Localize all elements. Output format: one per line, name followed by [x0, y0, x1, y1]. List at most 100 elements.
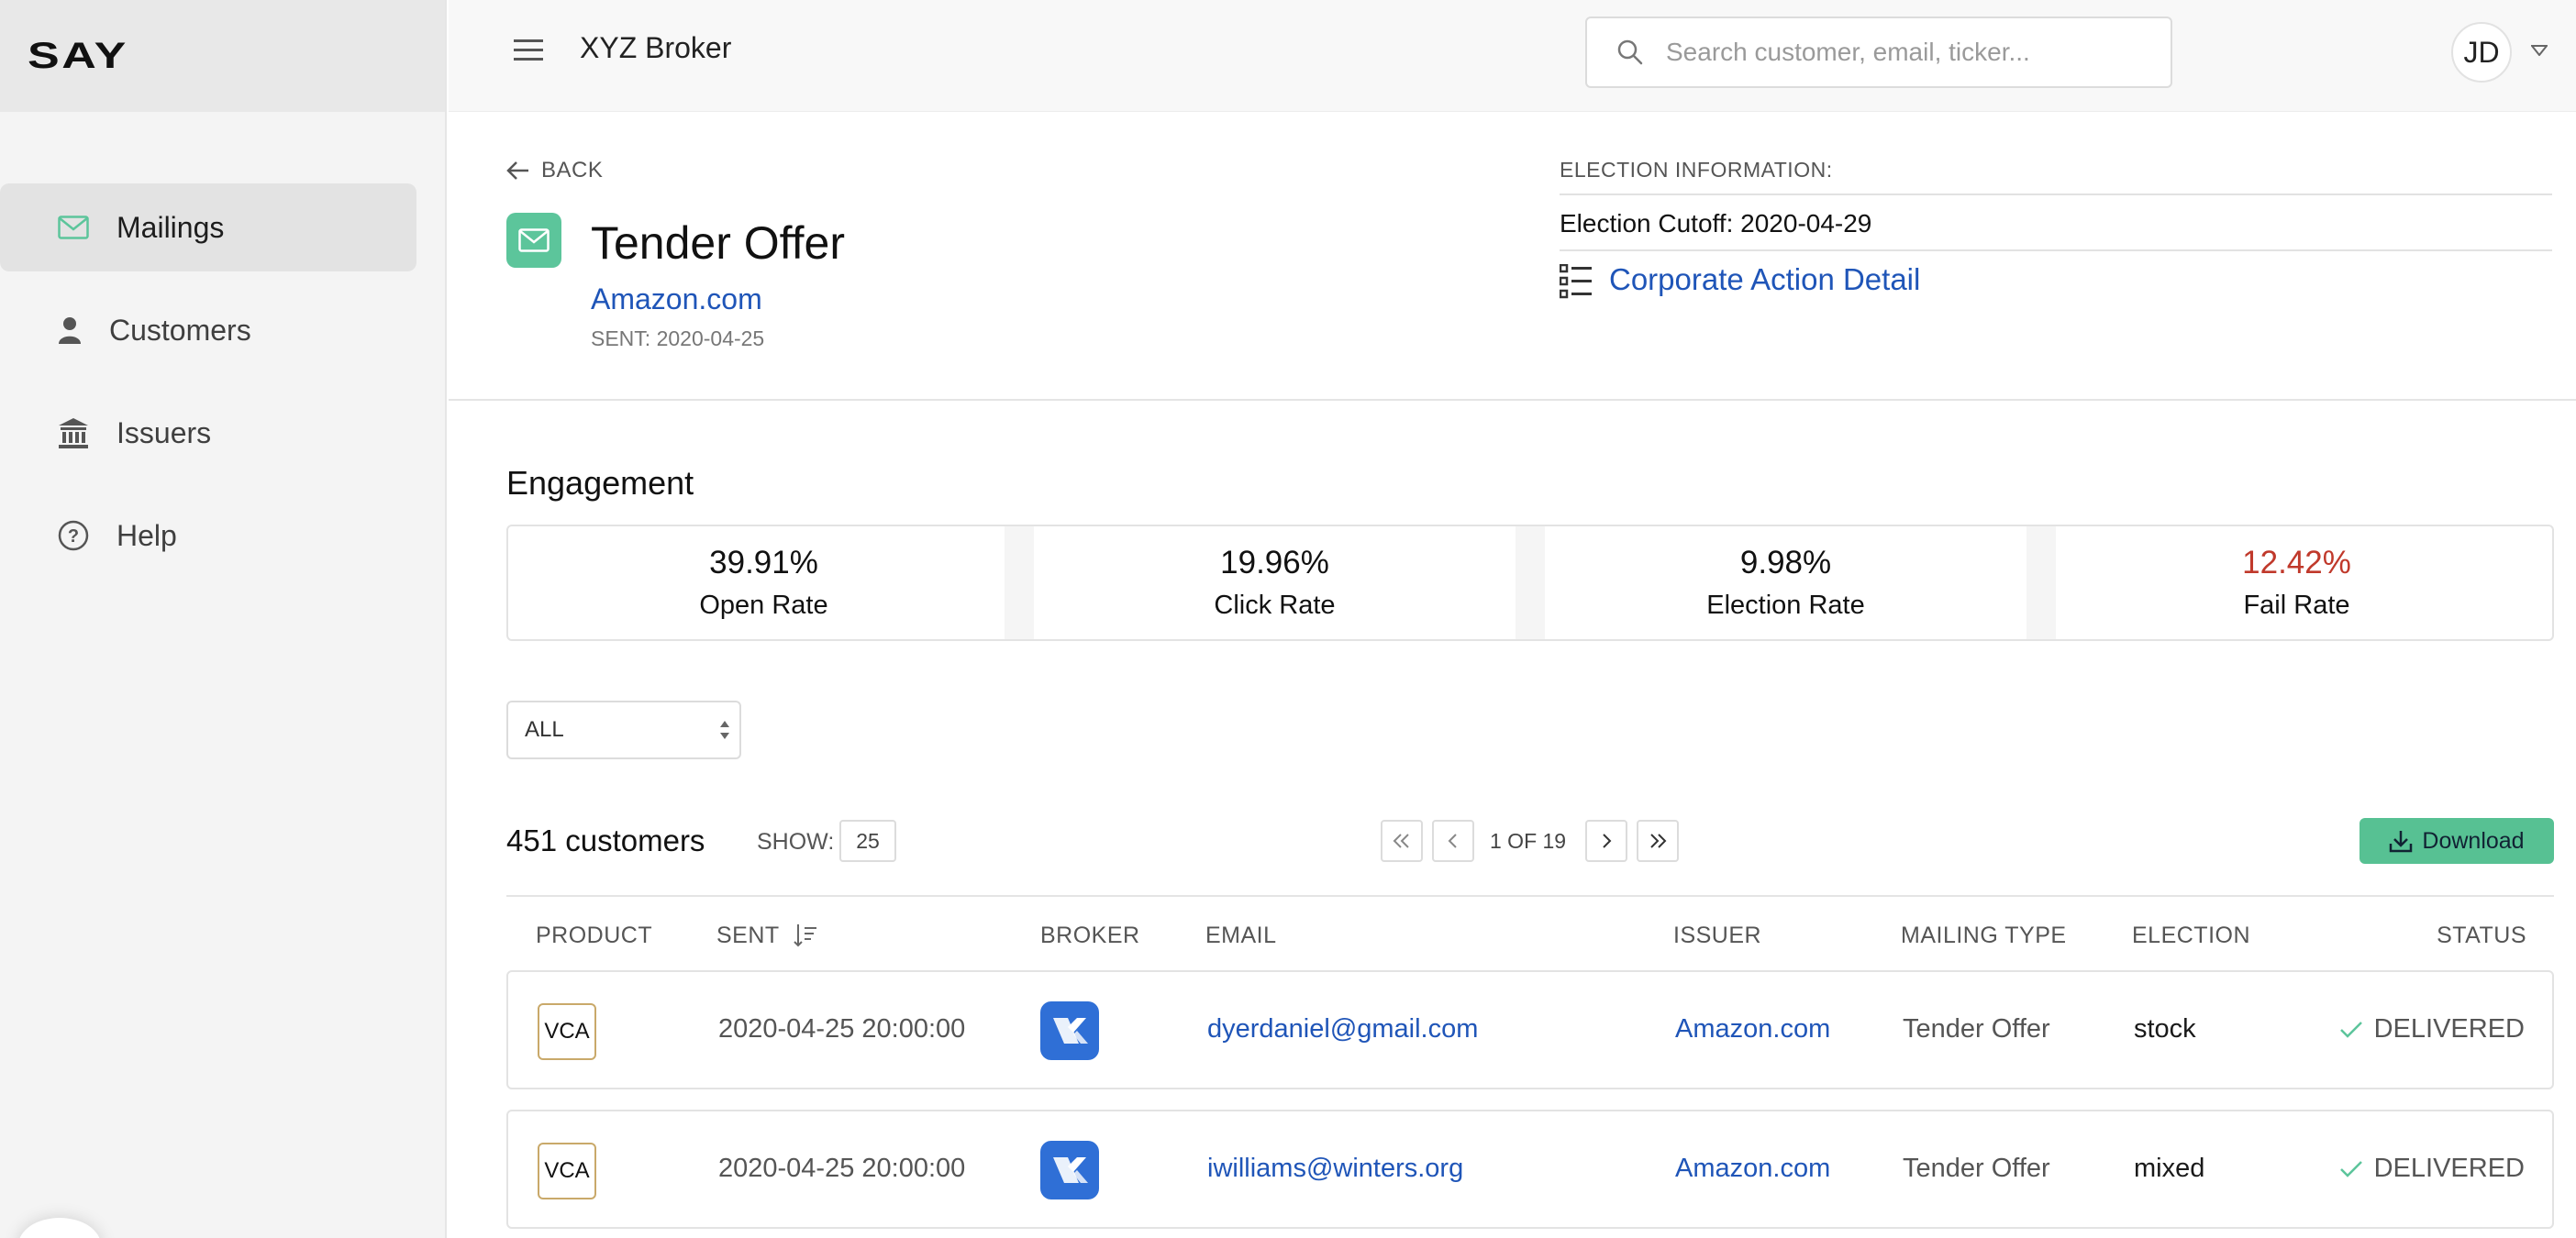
prev-page-button[interactable] — [1432, 820, 1474, 862]
select-arrows-icon — [719, 719, 730, 747]
mail-badge-icon — [506, 213, 561, 268]
list-icon — [1559, 263, 1593, 304]
sent-cell: 2020-04-25 20:00:00 — [718, 1014, 966, 1044]
column-header-product[interactable]: PRODUCT — [536, 923, 652, 949]
mailing-detail: BACK Tender Offer Amazon.com SENT: 2020-… — [449, 114, 2576, 401]
election-info-label: ELECTION INFORMATION: — [1560, 158, 1833, 182]
last-page-button[interactable] — [1637, 820, 1679, 862]
say-logo[interactable]: SAY — [28, 36, 128, 77]
table-row[interactable]: VCA 2020-04-25 20:00:00 dyerdaniel@gmail… — [506, 970, 2554, 1089]
next-page-button[interactable] — [1585, 820, 1627, 862]
corporate-action-link[interactable]: Corporate Action Detail — [1609, 262, 1920, 297]
status-cell: DELIVERED — [2339, 1154, 2525, 1184]
chevron-left-icon — [1448, 834, 1457, 848]
search-input[interactable] — [1666, 18, 2152, 86]
sidebar-item-customers[interactable]: Customers — [0, 286, 416, 374]
download-label: Download — [2422, 827, 2525, 854]
email-link[interactable]: iwilliams@winters.org — [1207, 1154, 1463, 1184]
column-header-issuer[interactable]: ISSUER — [1673, 923, 1761, 949]
bank-icon — [57, 416, 90, 449]
stat-election-rate: 9.98% Election Rate — [1516, 526, 2041, 639]
logo-area: SAY — [0, 0, 445, 112]
user-avatar[interactable]: JD — [2451, 22, 2512, 83]
sidebar-item-help[interactable]: ? Help — [0, 492, 416, 580]
filter-value: ALL — [525, 717, 564, 742]
election-cell: stock — [2134, 1014, 2196, 1044]
column-header-status[interactable]: STATUS — [2437, 923, 2526, 949]
chat-widget[interactable] — [18, 1218, 101, 1238]
issuer-link[interactable]: Amazon.com — [591, 282, 762, 316]
product-badge: VCA — [538, 1003, 596, 1060]
page-size-select[interactable]: 25 — [839, 820, 896, 862]
stat-value: 9.98% — [1739, 545, 1832, 580]
stat-click-rate: 19.96% Click Rate — [1005, 526, 1530, 639]
sidebar-item-mailings[interactable]: Mailings — [0, 183, 416, 271]
help-icon: ? — [57, 519, 90, 552]
stat-value: 19.96% — [1220, 545, 1329, 580]
double-chevron-right-icon — [1650, 834, 1667, 848]
broker-logo-icon — [1040, 1001, 1099, 1060]
back-link[interactable]: BACK — [506, 158, 603, 183]
table-row[interactable]: VCA 2020-04-25 20:00:00 iwilliams@winter… — [506, 1110, 2554, 1229]
sidebar-item-issuers[interactable]: Issuers — [0, 389, 416, 477]
page-indicator: 1 OF 19 — [1490, 829, 1567, 853]
customer-count: 451 customers — [506, 823, 705, 857]
issuer-link[interactable]: Amazon.com — [1675, 1154, 1830, 1184]
engagement-stats: 39.91% Open Rate 19.96% Click Rate 9.98%… — [506, 525, 2554, 641]
sidebar-item-label: Help — [117, 518, 177, 552]
download-button[interactable]: Download — [2359, 818, 2554, 864]
column-header-broker[interactable]: BROKER — [1040, 923, 1140, 949]
page-title: Tender Offer — [591, 217, 846, 269]
stat-label: Election Rate — [1706, 591, 1865, 620]
mailing-type-cell: Tender Offer — [1903, 1014, 2050, 1044]
column-header-email[interactable]: EMAIL — [1205, 923, 1277, 949]
sort-descending-icon[interactable] — [793, 923, 818, 953]
search-box[interactable] — [1585, 17, 2172, 88]
sidebar: SAY Mailings Customers Issuers ? Help — [0, 0, 447, 1238]
show-label: SHOW: — [757, 829, 835, 855]
download-icon — [2390, 831, 2413, 853]
status-filter-select[interactable]: ALL — [506, 701, 741, 759]
sent-cell: 2020-04-25 20:00:00 — [718, 1154, 966, 1183]
stat-label: Click Rate — [1214, 591, 1336, 620]
sidebar-item-label: Issuers — [117, 415, 212, 449]
divider — [1560, 193, 2552, 195]
arrow-left-icon — [506, 161, 528, 180]
mailing-type-cell: Tender Offer — [1903, 1154, 2050, 1183]
status-text: DELIVERED — [2373, 1154, 2525, 1183]
table-header: PRODUCT SENT BROKER EMAIL ISSUER MAILING… — [506, 895, 2554, 970]
check-icon — [2339, 1160, 2362, 1177]
check-icon — [2339, 1021, 2362, 1038]
stat-value: 12.42% — [2242, 545, 2351, 580]
engagement-title: Engagement — [506, 464, 694, 502]
email-link[interactable]: dyerdaniel@gmail.com — [1207, 1014, 1478, 1045]
column-header-sent[interactable]: SENT — [716, 923, 780, 949]
stat-open-rate: 39.91% Open Rate — [508, 526, 1019, 639]
double-chevron-left-icon — [1393, 834, 1409, 848]
svg-text:?: ? — [68, 526, 79, 547]
divider — [1560, 249, 2552, 251]
person-icon — [53, 314, 86, 347]
caret-down-icon[interactable] — [2529, 44, 2549, 61]
broker-logo-icon — [1040, 1141, 1099, 1199]
broker-name: XYZ Broker — [580, 31, 732, 64]
sidebar-item-label: Mailings — [117, 210, 225, 244]
hamburger-menu-icon[interactable] — [513, 37, 544, 68]
sidebar-item-label: Customers — [109, 313, 251, 347]
search-icon — [1616, 39, 1644, 71]
election-cutoff: Election Cutoff: 2020-04-29 — [1560, 209, 1872, 238]
column-header-election[interactable]: ELECTION — [2132, 923, 2250, 949]
stat-label: Open Rate — [699, 591, 828, 620]
first-page-button[interactable] — [1381, 820, 1423, 862]
status-text: DELIVERED — [2373, 1014, 2525, 1044]
sent-date: SENT: 2020-04-25 — [591, 326, 765, 350]
top-header: XYZ Broker JD — [449, 0, 2576, 112]
stat-fail-rate: 12.42% Fail Rate — [2026, 526, 2552, 639]
column-header-mailing-type[interactable]: MAILING TYPE — [1901, 923, 2067, 949]
back-label: BACK — [541, 158, 604, 182]
stat-label: Fail Rate — [2243, 591, 2350, 620]
issuer-link[interactable]: Amazon.com — [1675, 1014, 1830, 1045]
chevron-right-icon — [1603, 834, 1612, 848]
stat-value: 39.91% — [709, 545, 818, 580]
product-badge: VCA — [538, 1143, 596, 1199]
